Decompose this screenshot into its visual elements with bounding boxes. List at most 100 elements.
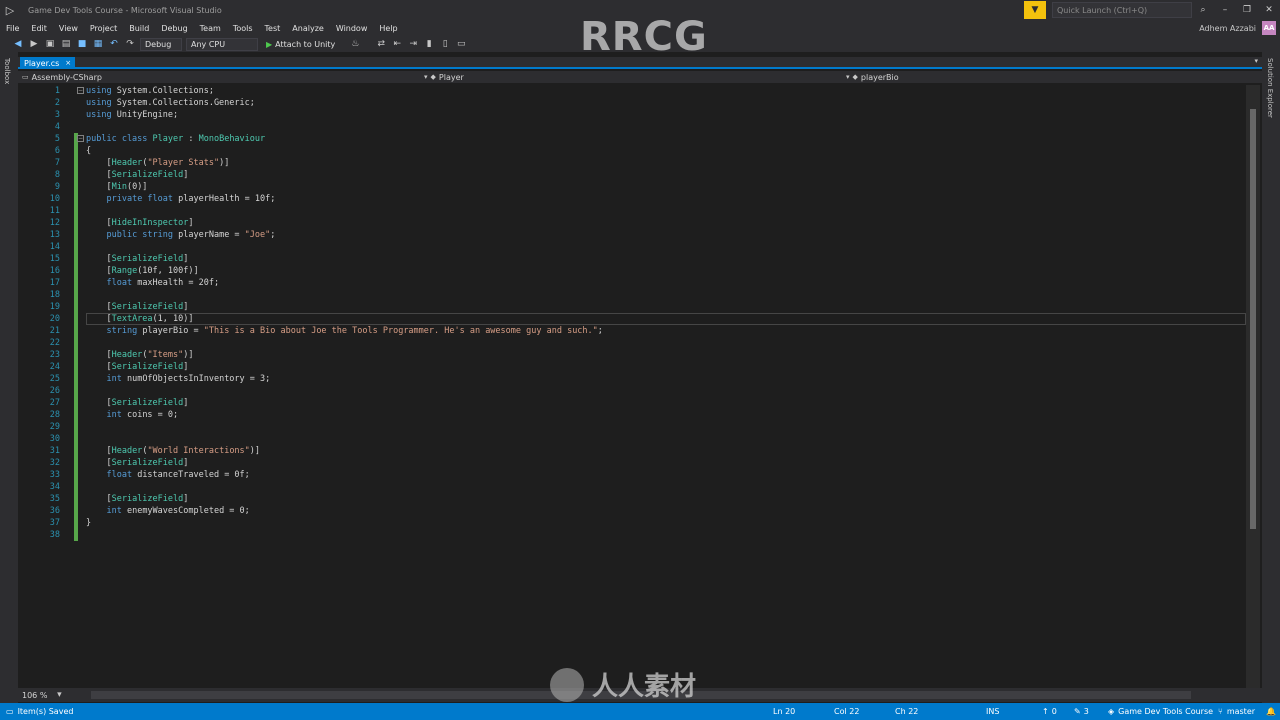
tab-close-icon[interactable]: × [65,59,71,67]
menu-analyze[interactable]: Analyze [286,24,330,33]
menu-test[interactable]: Test [259,24,287,33]
redo-icon[interactable]: ↷ [124,39,136,49]
code-line[interactable]: 23 [Header("Items")] [34,349,1246,361]
branch-selector[interactable]: ⑂ master [1218,703,1255,720]
vertical-scrollbar[interactable] [1246,85,1260,688]
project-dropdown[interactable]: ▭ Assembly-CSharp [22,71,102,83]
outdent-icon[interactable]: ⇤ [391,39,403,49]
code-line[interactable]: 15 [SerializeField] [34,253,1246,265]
code-line[interactable]: 20 [TextArea(1, 10)] [34,313,1246,325]
indent-icon[interactable]: ⇥ [407,39,419,49]
code-line[interactable]: 22 [34,337,1246,349]
notifications-icon[interactable]: 🔔 [1266,703,1276,720]
quick-launch-input[interactable]: Quick Launch (Ctrl+Q) [1052,2,1192,18]
platform-select[interactable]: Any CPU [186,37,258,51]
browser-link-icon[interactable]: ♨ [349,39,361,49]
code-token: int [106,506,122,516]
code-line[interactable]: 26 [34,385,1246,397]
zoom-dropdown-icon[interactable]: ▾ [53,690,65,700]
close-icon[interactable]: ✕ [1258,0,1280,20]
feedback-filter-icon[interactable]: ▼ [1024,1,1046,19]
code-line[interactable]: 5 public class Player : MonoBehaviour [34,133,1246,145]
code-line[interactable]: 16 [Range(10f, 100f)] [34,265,1246,277]
pending-changes[interactable]: ✎ 3 [1074,703,1089,720]
menu-view[interactable]: View [53,24,84,33]
menu-build[interactable]: Build [123,24,155,33]
code-line[interactable]: 21 string playerBio = "This is a Bio abo… [34,325,1246,337]
code-line[interactable]: 9 [Min(0)] [34,181,1246,193]
attach-to-unity-button[interactable]: ▶ Attach to Unity [266,40,335,49]
code-line[interactable]: 27 [SerializeField] [34,397,1246,409]
scrollbar-thumb[interactable] [1250,109,1256,529]
code-line[interactable]: 7 [Header("Player Stats")] [34,157,1246,169]
code-line[interactable]: 12 [HideInInspector] [34,217,1246,229]
code-line[interactable]: 36 int enemyWavesCompleted = 0; [34,505,1246,517]
code-line[interactable]: 10 private float playerHealth = 10f; [34,193,1246,205]
save-all-icon[interactable]: ▦ [92,39,104,49]
code-token: (1, 10)] [152,314,194,324]
member-dropdown[interactable]: ▾ ◆ playerBio [846,71,899,83]
code-line[interactable]: 4 [34,121,1246,133]
code-line[interactable]: 32 [SerializeField] [34,457,1246,469]
search-icon[interactable]: ⌕ [1192,0,1214,20]
save-icon[interactable]: ■ [76,39,88,49]
configuration-select[interactable]: Debug [140,37,182,51]
tab-list-dropdown-icon[interactable]: ▾ [1254,57,1258,65]
tab-player-cs[interactable]: Player.cs × [20,57,76,69]
step-icon[interactable]: ⇄ [375,39,387,49]
code-line[interactable]: 28 int coins = 0; [34,409,1246,421]
avatar[interactable]: AA [1262,21,1276,35]
repository-selector[interactable]: ◈ Game Dev Tools Course [1108,703,1213,720]
code-token: SerializeField [111,458,184,468]
menu-edit[interactable]: Edit [25,24,53,33]
code-line[interactable]: 3 using UnityEngine; [34,109,1246,121]
attach-to-unity-label: Attach to Unity [275,39,336,49]
toolbox-tab[interactable]: Toolbox [3,58,11,84]
code-line[interactable]: 2 using System.Collections.Generic; [34,97,1246,109]
new-project-icon[interactable]: ▣ [44,39,56,49]
class-dropdown[interactable]: ▾ ◆ Player [424,71,464,83]
code-line[interactable]: 29 [34,421,1246,433]
menu-help[interactable]: Help [373,24,403,33]
menu-project[interactable]: Project [84,24,123,33]
code-line[interactable]: 6{ [34,145,1246,157]
code-line[interactable]: 35 [SerializeField] [34,493,1246,505]
code-line[interactable]: 31 [Header("World Interactions")] [34,445,1246,457]
zoom-level-select[interactable]: 106 % [22,691,47,700]
comment-icon[interactable]: ▯ [439,39,451,49]
quick-launch-placeholder: Quick Launch (Ctrl+Q) [1057,5,1148,15]
navigate-back-icon[interactable]: ◀ [12,39,24,49]
code-line[interactable]: 37} [34,517,1246,529]
code-line[interactable]: 1 using System.Collections; [34,85,1246,97]
code-editor[interactable]: − − 1 using System.Collections; 2 using Sys… [34,85,1246,688]
maximize-icon[interactable]: ❐ [1236,0,1258,20]
code-line[interactable]: 17 float maxHealth = 20f; [34,277,1246,289]
uncomment-icon[interactable]: ▭ [455,39,467,49]
code-line[interactable]: 33 float distanceTraveled = 0f; [34,469,1246,481]
code-line[interactable]: 25 int numOfObjectsInInventory = 3; [34,373,1246,385]
user-name[interactable]: Adhem Azzabi [1199,24,1256,33]
code-line[interactable]: 18 [34,289,1246,301]
minimize-icon[interactable]: – [1214,0,1236,20]
menu-debug[interactable]: Debug [155,24,193,33]
solution-explorer-tab[interactable]: Solution Explorer [1266,58,1274,118]
code-line[interactable]: 24 [SerializeField] [34,361,1246,373]
menu-window[interactable]: Window [330,24,374,33]
open-file-icon[interactable]: ▤ [60,39,72,49]
code-line[interactable]: 38 [34,529,1246,541]
code-line[interactable]: 11 [34,205,1246,217]
code-line[interactable]: 19 [SerializeField] [34,301,1246,313]
menu-tools[interactable]: Tools [227,24,259,33]
code-line[interactable]: 13 public string playerName = "Joe"; [34,229,1246,241]
undo-icon[interactable]: ↶ [108,39,120,49]
bookmark-icon[interactable]: ▮ [423,39,435,49]
menu-file[interactable]: File [0,24,25,33]
unpushed-commits[interactable]: ↑ 0 [1042,703,1057,720]
menu-team[interactable]: Team [194,24,227,33]
code-line[interactable]: 34 [34,481,1246,493]
code-text: [Header("World Interactions")] [86,445,260,457]
code-line[interactable]: 14 [34,241,1246,253]
code-line[interactable]: 30 [34,433,1246,445]
code-line[interactable]: 8 [SerializeField] [34,169,1246,181]
navigate-forward-icon[interactable]: ▶ [28,39,40,49]
